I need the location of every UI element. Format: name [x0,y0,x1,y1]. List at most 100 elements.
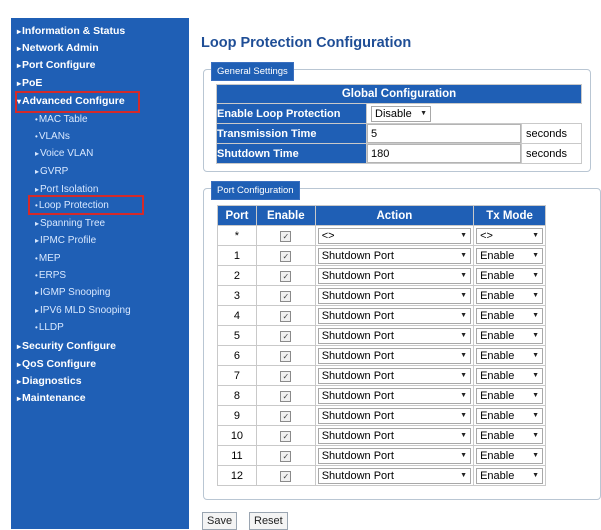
action-select[interactable]: Shutdown Port ▼ [317,367,472,384]
port-cell: 11 [217,445,257,466]
sidebar-item-ipmc-profile[interactable]: ▸IPMC Profile [35,235,96,246]
action-select[interactable]: Shutdown Port ▼ [317,407,472,424]
sidebar-item-mep[interactable]: •MEP [35,253,60,264]
chevron-down-icon: ▼ [532,272,539,279]
chevron-down-icon: ▼ [460,312,468,319]
sidebar-item-diagnostics[interactable]: ▸Diagnostics [17,375,82,387]
enable-checkbox[interactable]: ✓ [280,250,292,262]
table-row: 10 ✓ Shutdown Port ▼ Enable ▼ [217,425,546,446]
tx-mode-select[interactable]: <> ▼ [476,227,543,244]
port-config-table: Port Enable Action Tx Mode * ✓ <> ▼ <> ▼ 1 ✓ Shu… [217,205,546,486]
chevron-down-icon: ▼ [460,392,468,399]
sidebar-item-gvrp[interactable]: ▸GVRP [35,166,68,177]
sidebar-item-lldp[interactable]: •LLDP [35,322,64,333]
enable-checkbox[interactable]: ✓ [280,470,292,482]
action-select[interactable]: Shutdown Port ▼ [317,287,472,304]
enable-checkbox[interactable]: ✓ [280,330,292,342]
reset-button[interactable]: Reset [249,512,288,530]
chevron-down-icon: ▼ [460,292,468,299]
enable-checkbox[interactable]: ✓ [280,310,292,322]
sidebar-item-erps[interactable]: •ERPS [35,270,66,281]
action-select[interactable]: Shutdown Port ▼ [317,447,472,464]
port-column-header: Port [217,205,257,226]
tx-mode-select[interactable]: Enable ▼ [476,447,543,464]
action-value: Shutdown Port [321,409,394,422]
tx-mode-select[interactable]: Enable ▼ [476,327,543,344]
enable-loop-protection-select[interactable]: Disable ▼ [371,105,431,122]
sidebar-item-label: Spanning Tree [40,218,106,229]
action-cell: Shutdown Port ▼ [314,365,475,386]
tx-mode-cell: <> ▼ [473,225,546,246]
action-select[interactable]: Shutdown Port ▼ [317,427,472,444]
enable-checkbox[interactable]: ✓ [280,450,292,462]
action-select[interactable]: Shutdown Port ▼ [317,327,472,344]
sidebar-item-poe[interactable]: ▸PoE [17,77,42,89]
tx-mode-cell: Enable ▼ [473,445,546,466]
sidebar-item-port-configure[interactable]: ▸Port Configure [17,59,96,71]
table-row: 1 ✓ Shutdown Port ▼ Enable ▼ [217,245,546,266]
action-select[interactable]: <> ▼ [317,227,472,244]
caret-right-icon: ▸ [17,394,22,403]
sidebar-item-network-admin[interactable]: ▸Network Admin [17,42,99,54]
tx-mode-select[interactable]: Enable ▼ [476,347,543,364]
chevron-down-icon: ▼ [460,472,468,479]
action-select[interactable]: Shutdown Port ▼ [317,307,472,324]
sidebar-item-voice-vlan[interactable]: ▸Voice VLAN [35,148,93,159]
tx-mode-cell: Enable ▼ [473,305,546,326]
caret-right-icon: ▸ [35,167,40,176]
enable-checkbox[interactable]: ✓ [280,410,292,422]
action-select[interactable]: Shutdown Port ▼ [317,247,472,264]
action-select[interactable]: Shutdown Port ▼ [317,267,472,284]
sidebar-item-mac-table[interactable]: •MAC Table [35,114,88,125]
tx-mode-select[interactable]: Enable ▼ [476,407,543,424]
caret-right-icon: ▸ [35,288,40,297]
enable-checkbox[interactable]: ✓ [280,370,292,382]
enable-checkbox[interactable]: ✓ [280,290,292,302]
sidebar-item-qos-configure[interactable]: ▸QoS Configure [17,358,96,370]
transmission-time-input[interactable] [367,124,521,143]
sidebar-item-label: IGMP Snooping [40,287,111,298]
port-cell: 12 [217,465,257,486]
table-row: 8 ✓ Shutdown Port ▼ Enable ▼ [217,385,546,406]
shutdown-time-input[interactable] [367,144,521,163]
action-select[interactable]: Shutdown Port ▼ [317,387,472,404]
tx-mode-select[interactable]: Enable ▼ [476,427,543,444]
enable-checkbox[interactable]: ✓ [280,350,292,362]
chevron-down-icon: ▼ [532,432,539,439]
enable-checkbox[interactable]: ✓ [280,390,292,402]
tx-mode-select[interactable]: Enable ▼ [476,247,543,264]
save-button[interactable]: Save [202,512,238,530]
enable-checkbox[interactable]: ✓ [280,230,292,242]
advanced-configure-highlight [15,91,140,113]
enable-checkbox[interactable]: ✓ [280,430,292,442]
enable-checkbox[interactable]: ✓ [280,270,292,282]
tx-mode-select[interactable]: Enable ▼ [476,267,543,284]
transmission-time-label: Transmission Time [216,123,367,144]
tx-mode-value: Enable [480,469,515,482]
sidebar-item-information-status[interactable]: ▸Information & Status [17,25,125,37]
action-value: Shutdown Port [321,289,394,302]
tx-mode-cell: Enable ▼ [473,425,546,446]
chevron-down-icon: ▼ [532,292,539,299]
chevron-down-icon: ▼ [420,110,427,117]
tx-mode-select[interactable]: Enable ▼ [476,307,543,324]
action-select[interactable]: Shutdown Port ▼ [317,467,472,484]
action-select[interactable]: Shutdown Port ▼ [317,347,472,364]
tx-mode-value: Enable [480,329,515,342]
sidebar-item-maintenance[interactable]: ▸Maintenance [17,392,86,404]
tx-mode-select[interactable]: Enable ▼ [476,367,543,384]
sidebar-item-port-isolation[interactable]: ▸Port Isolation [35,184,98,195]
sidebar-item-security-configure[interactable]: ▸Security Configure [17,340,116,352]
sidebar-item-spanning-tree[interactable]: ▸Spanning Tree [35,218,105,229]
tx-mode-select[interactable]: Enable ▼ [476,387,543,404]
action-value: Shutdown Port [321,429,394,442]
table-row: 11 ✓ Shutdown Port ▼ Enable ▼ [217,445,546,466]
tx-mode-select[interactable]: Enable ▼ [476,467,543,484]
table-row: 3 ✓ Shutdown Port ▼ Enable ▼ [217,285,546,306]
tx-mode-select[interactable]: Enable ▼ [476,287,543,304]
sidebar-item-ipv6-mld-snooping[interactable]: ▸IPV6 MLD Snooping [35,305,131,316]
sidebar-item-vlans[interactable]: •VLANs [35,131,70,142]
sidebar-item-igmp-snooping[interactable]: ▸IGMP Snooping [35,287,110,298]
action-value: Shutdown Port [321,349,394,362]
action-value: <> [321,229,335,242]
